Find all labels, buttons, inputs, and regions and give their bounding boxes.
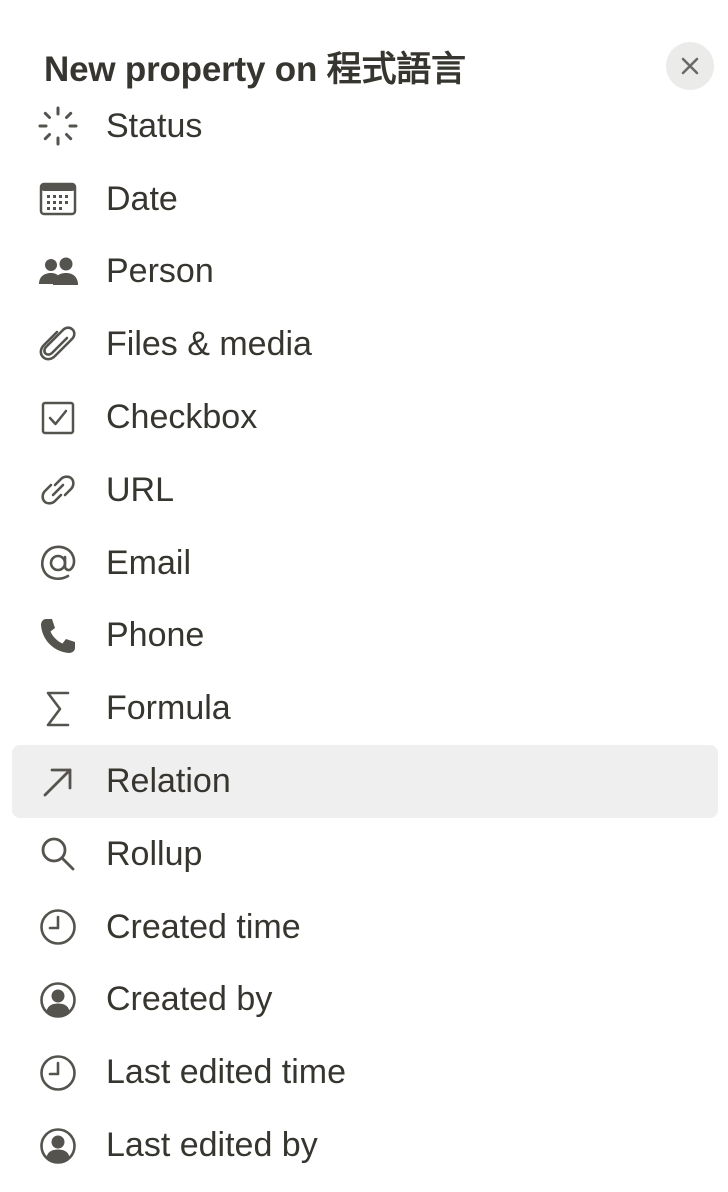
user-circle-icon [38,980,78,1020]
property-type-person[interactable]: Person [12,236,718,309]
property-type-label: Phone [106,616,205,655]
checkbox-icon [38,398,78,438]
at-sign-icon [38,543,78,583]
property-type-label: Person [106,252,214,291]
arrow-up-right-icon [38,762,78,802]
property-type-label: Rollup [106,834,203,873]
phone-icon [38,616,78,656]
paperclip-icon [38,325,78,365]
property-type-checkbox[interactable]: Checkbox [12,381,718,454]
property-type-label: Status [106,106,203,145]
property-type-files-media[interactable]: Files & media [12,308,718,381]
search-icon [38,834,78,874]
property-type-email[interactable]: Email [12,527,718,600]
property-type-url[interactable]: URL [12,454,718,527]
property-type-label: Created time [106,907,301,946]
property-type-label: Last edited time [106,1053,347,1092]
property-type-label: Checkbox [106,398,258,437]
property-type-label: URL [106,470,175,509]
panel-header: New property on 程式語言 [44,38,466,94]
property-type-created-by[interactable]: Created by [12,964,718,1037]
property-type-created-time[interactable]: Created time [12,891,718,964]
property-type-date[interactable]: Date [12,163,718,236]
clock-icon [38,1053,78,1093]
property-type-label: Created by [106,980,273,1019]
property-type-list: Status Date Person Files & media Checkbo… [12,90,718,1182]
clock-icon [38,907,78,947]
property-type-rollup[interactable]: Rollup [12,818,718,891]
property-type-label: Date [106,179,178,218]
property-type-label: Files & media [106,325,312,364]
property-type-phone[interactable]: Phone [12,600,718,673]
calendar-icon [38,179,78,219]
user-circle-icon [38,1126,78,1166]
property-type-last-edited-by[interactable]: Last edited by [12,1109,718,1182]
link-icon [38,470,78,510]
close-button[interactable] [666,42,714,90]
property-type-label: Formula [106,689,231,728]
property-type-label: Email [106,543,192,582]
panel-title: New property on 程式語言 [44,49,466,89]
property-type-relation[interactable]: Relation [12,745,718,818]
people-icon [38,252,78,292]
property-type-label: Relation [106,762,231,801]
new-property-panel: New property on 程式語言 Status Date Person … [0,0,728,1192]
property-type-label: Last edited by [106,1126,318,1165]
status-icon [38,106,78,146]
property-type-status[interactable]: Status [12,90,718,163]
property-type-formula[interactable]: Formula [12,672,718,745]
property-type-last-edited-time[interactable]: Last edited time [12,1036,718,1109]
sigma-icon [38,689,78,729]
close-icon [681,57,699,75]
